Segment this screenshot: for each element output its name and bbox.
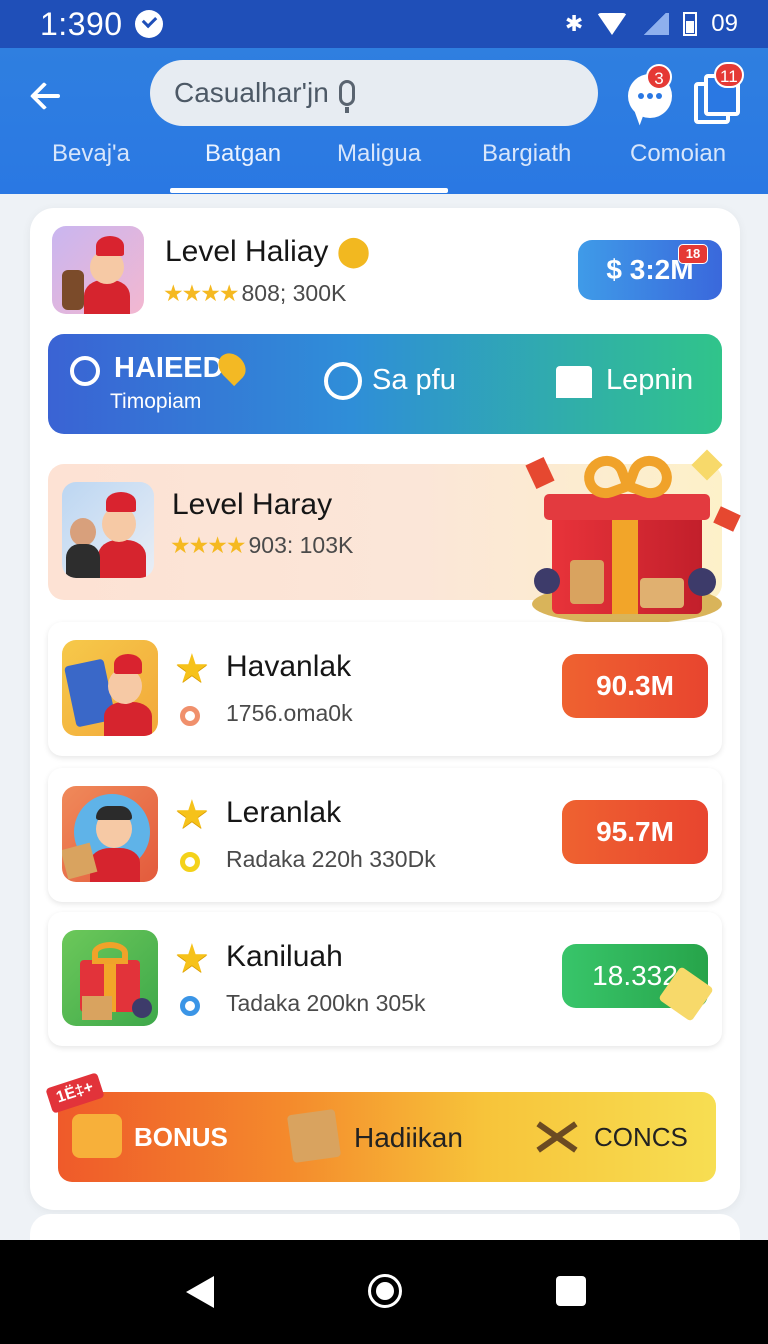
list-item[interactable]: ★ Kaniluah Tadaka 200kn 305k 18.332 xyxy=(48,912,722,1046)
tab-batgan[interactable]: Batgan xyxy=(205,140,281,168)
tools-icon xyxy=(534,1118,578,1156)
game-title[interactable]: Level Haliay ⬤ xyxy=(165,234,370,269)
location-icon xyxy=(70,356,100,386)
check-icon xyxy=(134,10,163,38)
status-dot-icon xyxy=(180,706,200,726)
mic-icon[interactable] xyxy=(338,80,355,113)
crate-icon xyxy=(286,1108,342,1164)
featured-thumbnail[interactable] xyxy=(62,482,154,578)
status-dot-icon xyxy=(180,996,200,1016)
tab-comoian[interactable]: Comoian xyxy=(630,140,726,168)
featured-rating: ★★★★ 903: 103K xyxy=(170,532,354,558)
rating-stars-icon: ★★★★ xyxy=(170,532,246,558)
list-item-thumbnail[interactable] xyxy=(62,640,158,736)
list-item-subtitle: Tadaka 200kn 305k xyxy=(226,990,426,1016)
gift-icon xyxy=(72,1114,122,1158)
nav-back-icon[interactable] xyxy=(186,1276,214,1308)
bluetooth-icon: ✱ xyxy=(564,11,584,36)
nav-home-icon[interactable] xyxy=(368,1274,402,1308)
star-icon: ★ xyxy=(174,937,210,981)
concs-label[interactable]: CONCS xyxy=(594,1122,688,1153)
list-item-thumbnail[interactable] xyxy=(62,786,158,882)
status-right-text: 09 xyxy=(711,10,738,37)
tab-bar: Bevaj'a Batgan Maligua Bargiath Comoian xyxy=(0,140,768,194)
status-bar: 1:390 ✱ 09 xyxy=(0,0,768,48)
gift-box-icon xyxy=(520,449,741,630)
battery-icon xyxy=(683,12,698,36)
list-item-subtitle: 1756.oma0k xyxy=(226,700,353,726)
price-badge: 18 xyxy=(678,244,708,264)
chat-icon[interactable]: 3 xyxy=(628,64,672,118)
status-icons: ✱ 09 xyxy=(565,10,738,38)
signal-icon xyxy=(641,13,670,35)
bonus-label[interactable]: BONUS xyxy=(134,1122,228,1153)
promo-lepnin[interactable]: Lepnin xyxy=(606,364,693,397)
star-icon: ★ xyxy=(174,793,210,837)
rating-stars-icon: ★★★★ xyxy=(163,280,239,306)
featured-title[interactable]: Level Haray xyxy=(172,488,332,522)
price-button[interactable]: 95.7M xyxy=(562,800,708,864)
grid-icon xyxy=(324,362,362,400)
price-button[interactable]: 90.3M xyxy=(562,654,708,718)
search-input[interactable]: Casualhar'jn xyxy=(150,60,598,126)
promo-timopiam: Timopiam xyxy=(110,390,202,413)
tab-maligua[interactable]: Maligua xyxy=(337,140,421,168)
active-tab-indicator xyxy=(170,188,448,193)
nav-recents-icon[interactable] xyxy=(556,1276,586,1306)
game-thumbnail[interactable] xyxy=(52,226,144,314)
back-arrow-icon[interactable] xyxy=(28,76,68,116)
search-text: Casualhar'jn xyxy=(174,77,329,108)
location-pin-icon: ⬤ xyxy=(328,235,371,268)
promo-banner: HAIEED Timopiam Sa pfu Lepnin xyxy=(48,334,722,434)
hadiikan-label[interactable]: Hadiikan xyxy=(354,1122,463,1154)
star-icon: ★ xyxy=(174,647,210,691)
list-item-title: Leranlak xyxy=(226,796,342,829)
bonus-banner: 1Ë‡+ BONUS Hadiikan CONCS xyxy=(45,1072,716,1182)
list-item-title: Havanlak xyxy=(226,650,352,683)
status-dot-icon xyxy=(180,852,200,872)
promo-haieed[interactable]: HAIEED xyxy=(114,352,224,385)
list-item-subtitle: Radaka 220h 330Dk xyxy=(226,846,436,872)
copy-icon[interactable]: 11 xyxy=(694,62,744,124)
tab-bargiath[interactable]: Bargiath xyxy=(482,140,571,168)
lock-icon xyxy=(556,366,592,398)
chat-badge: 3 xyxy=(646,64,672,90)
app-header: Casualhar'jn 3 11 Bevaj'a Batgan Maligua… xyxy=(0,48,768,194)
list-item-title: Kaniluah xyxy=(226,940,343,973)
wifi-icon xyxy=(597,13,628,35)
promo-sapfu[interactable]: Sa pfu xyxy=(372,364,456,397)
list-item[interactable]: ★ Havanlak 1756.oma0k 90.3M xyxy=(48,622,722,756)
list-item[interactable]: ★ Leranlak Radaka 220h 330Dk 95.7M xyxy=(48,768,722,902)
tab-bevaja[interactable]: Bevaj'a xyxy=(52,140,130,168)
status-time: 1:390 xyxy=(40,5,123,42)
price-button[interactable]: $ 3:2M 18 xyxy=(578,240,722,300)
list-item-thumbnail[interactable] xyxy=(62,930,158,1026)
copy-badge: 11 xyxy=(714,62,744,88)
game-rating: ★★★★ 808; 300K xyxy=(163,280,347,306)
